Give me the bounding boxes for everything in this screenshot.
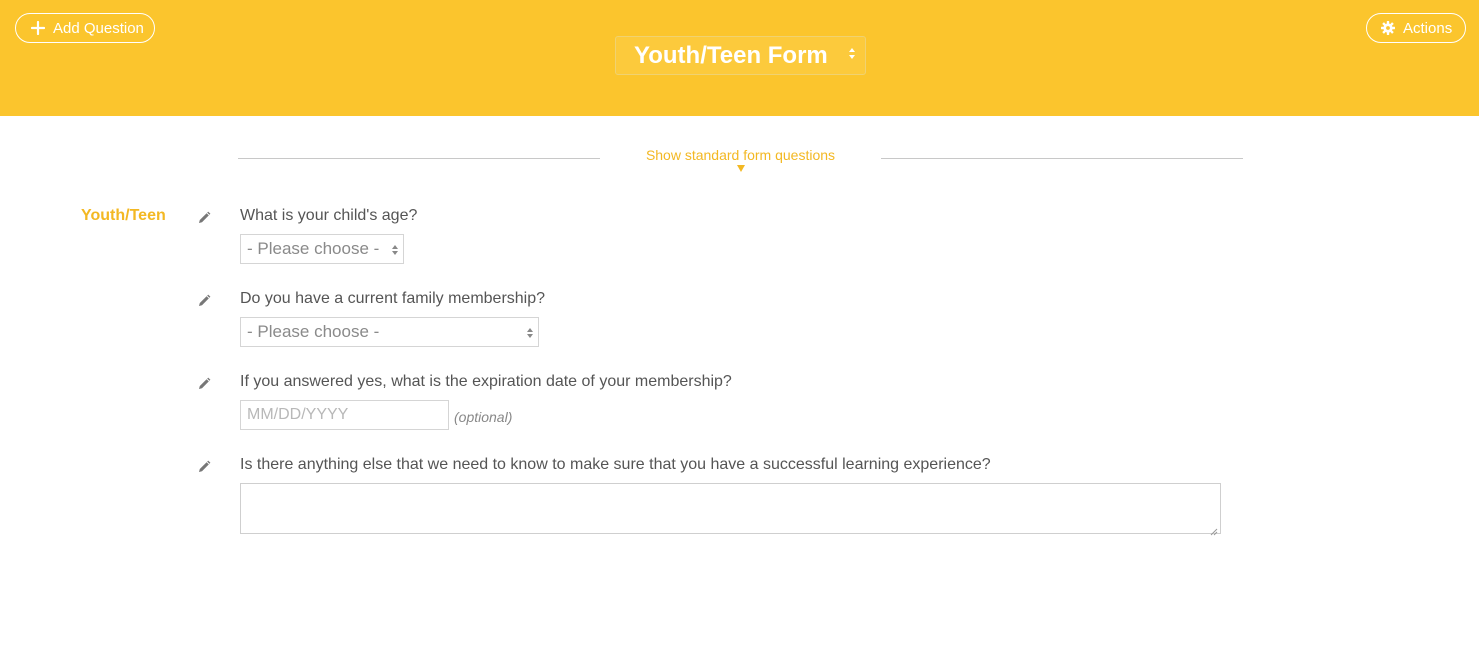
- child-age-select[interactable]: - Please choose -: [240, 234, 404, 264]
- family-membership-select[interactable]: - Please choose -: [240, 317, 539, 347]
- section-label: Youth/Teen: [81, 207, 166, 224]
- date-placeholder: MM/DD/YYYY: [247, 406, 349, 423]
- select-arrows-icon: [392, 245, 398, 255]
- select-arrows-icon: [849, 48, 855, 59]
- question-text: Is there anything else that we need to k…: [240, 456, 991, 473]
- question-text: What is your child's age?: [240, 207, 418, 224]
- select-value: - Please choose -: [247, 322, 380, 341]
- pencil-icon[interactable]: [197, 211, 211, 225]
- pencil-icon[interactable]: [197, 294, 211, 308]
- pencil-icon[interactable]: [197, 377, 211, 391]
- divider-left: [238, 158, 600, 159]
- select-arrows-icon: [527, 328, 533, 338]
- actions-label: Actions: [1403, 19, 1453, 37]
- expiration-date-input[interactable]: MM/DD/YYYY: [240, 400, 449, 430]
- show-standard-questions-label: Show standard form questions: [645, 147, 836, 163]
- resize-grip-icon[interactable]: [1210, 523, 1218, 536]
- gear-icon: [1381, 21, 1395, 35]
- optional-note: (optional): [454, 409, 513, 425]
- show-standard-questions-toggle[interactable]: Show standard form questions: [600, 147, 881, 172]
- select-value: - Please choose -: [247, 239, 380, 258]
- pencil-icon[interactable]: [197, 460, 211, 474]
- question-text: If you answered yes, what is the expirat…: [240, 373, 732, 390]
- additional-info-textarea[interactable]: [240, 483, 1221, 536]
- question-text: Do you have a current family membership?: [240, 290, 546, 307]
- add-question-button[interactable]: Add Question: [15, 13, 155, 43]
- actions-button[interactable]: Actions: [1366, 13, 1466, 43]
- form-selector[interactable]: Youth/Teen Form: [615, 36, 866, 75]
- caret-down-icon: [736, 165, 745, 172]
- form-selector-value: Youth/Teen Form: [634, 41, 828, 69]
- plus-icon: [31, 21, 45, 35]
- header-bar: Add Question Youth/Teen Form Actions: [0, 0, 1479, 116]
- add-question-label: Add Question: [53, 19, 144, 37]
- divider-right: [881, 158, 1243, 159]
